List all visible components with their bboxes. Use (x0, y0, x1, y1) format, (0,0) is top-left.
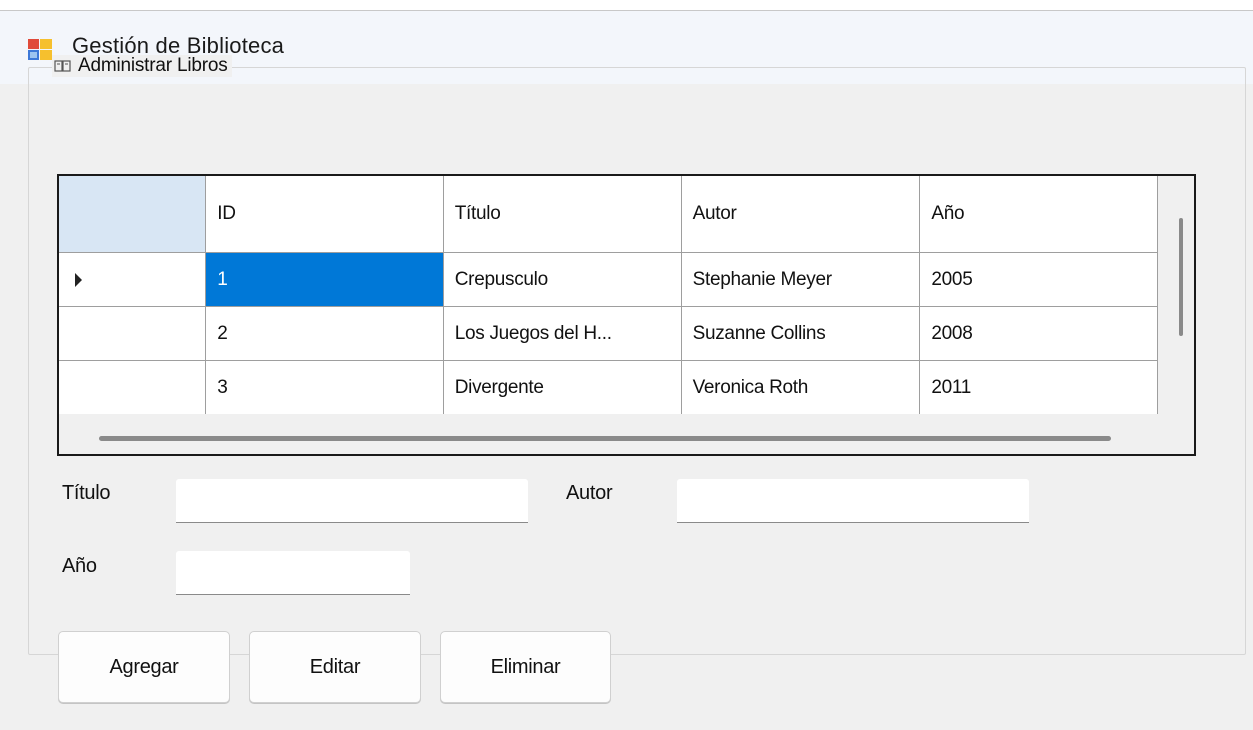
grid-header-row: ID Título Autor Año (59, 176, 1158, 253)
anio-input[interactable] (176, 551, 410, 595)
row-header[interactable] (59, 306, 207, 361)
titulo-label: Título (62, 482, 111, 504)
cell-titulo[interactable]: Crepusculo (443, 252, 682, 307)
cell-id[interactable]: 3 (205, 360, 444, 415)
column-header-titulo[interactable]: Título (443, 176, 682, 253)
anio-label: Año (62, 555, 97, 577)
editar-button[interactable]: Editar (249, 631, 421, 703)
cell-autor[interactable]: Suzanne Collins (681, 306, 921, 361)
grid-corner-header[interactable] (59, 176, 207, 253)
table-row[interactable]: 2 Los Juegos del H... Suzanne Collins 20… (59, 306, 1158, 361)
table-row[interactable]: 1 Crepusculo Stephanie Meyer 2005 (59, 252, 1158, 307)
column-header-autor[interactable]: Autor (681, 176, 921, 253)
eliminar-button[interactable]: Eliminar (440, 631, 611, 703)
groupbox-title: Administrar Libros (78, 55, 228, 76)
titulo-input[interactable] (176, 479, 528, 523)
autor-label: Autor (566, 482, 613, 504)
column-header-id[interactable]: ID (205, 176, 444, 253)
cell-anio[interactable]: 2011 (919, 360, 1158, 415)
cell-id[interactable]: 1 (205, 252, 444, 307)
cell-titulo[interactable]: Divergente (443, 360, 682, 415)
books-data-grid[interactable]: ID Título Autor Año 1 Crepusculo Stephan… (57, 174, 1196, 456)
cell-autor[interactable]: Veronica Roth (681, 360, 921, 415)
cell-anio[interactable]: 2008 (919, 306, 1158, 361)
agregar-button[interactable]: Agregar (58, 631, 230, 703)
main-window: Gestión de Biblioteca Administrar Libros (0, 10, 1253, 730)
row-header[interactable] (59, 252, 207, 307)
row-header[interactable] (59, 360, 207, 415)
vertical-scrollbar[interactable] (1158, 176, 1194, 414)
grid-viewport: ID Título Autor Año 1 Crepusculo Stephan… (59, 176, 1158, 415)
horizontal-scrollbar[interactable] (59, 414, 1194, 454)
groupbox-legend: Administrar Libros (52, 55, 232, 77)
autor-input[interactable] (677, 479, 1029, 523)
current-row-arrow-icon (75, 272, 82, 287)
vertical-scroll-thumb[interactable] (1179, 218, 1183, 336)
cell-id[interactable]: 2 (205, 306, 444, 361)
windows-forms-app-icon (28, 39, 52, 60)
cell-anio[interactable]: 2005 (919, 252, 1158, 307)
horizontal-scroll-thumb[interactable] (99, 436, 1111, 441)
books-icon (54, 60, 71, 72)
cell-autor[interactable]: Stephanie Meyer (681, 252, 921, 307)
table-row[interactable]: 3 Divergente Veronica Roth 2011 (59, 360, 1158, 415)
column-header-anio[interactable]: Año (919, 176, 1158, 253)
grid-table: ID Título Autor Año 1 Crepusculo Stephan… (59, 176, 1158, 415)
cell-titulo[interactable]: Los Juegos del H... (443, 306, 682, 361)
